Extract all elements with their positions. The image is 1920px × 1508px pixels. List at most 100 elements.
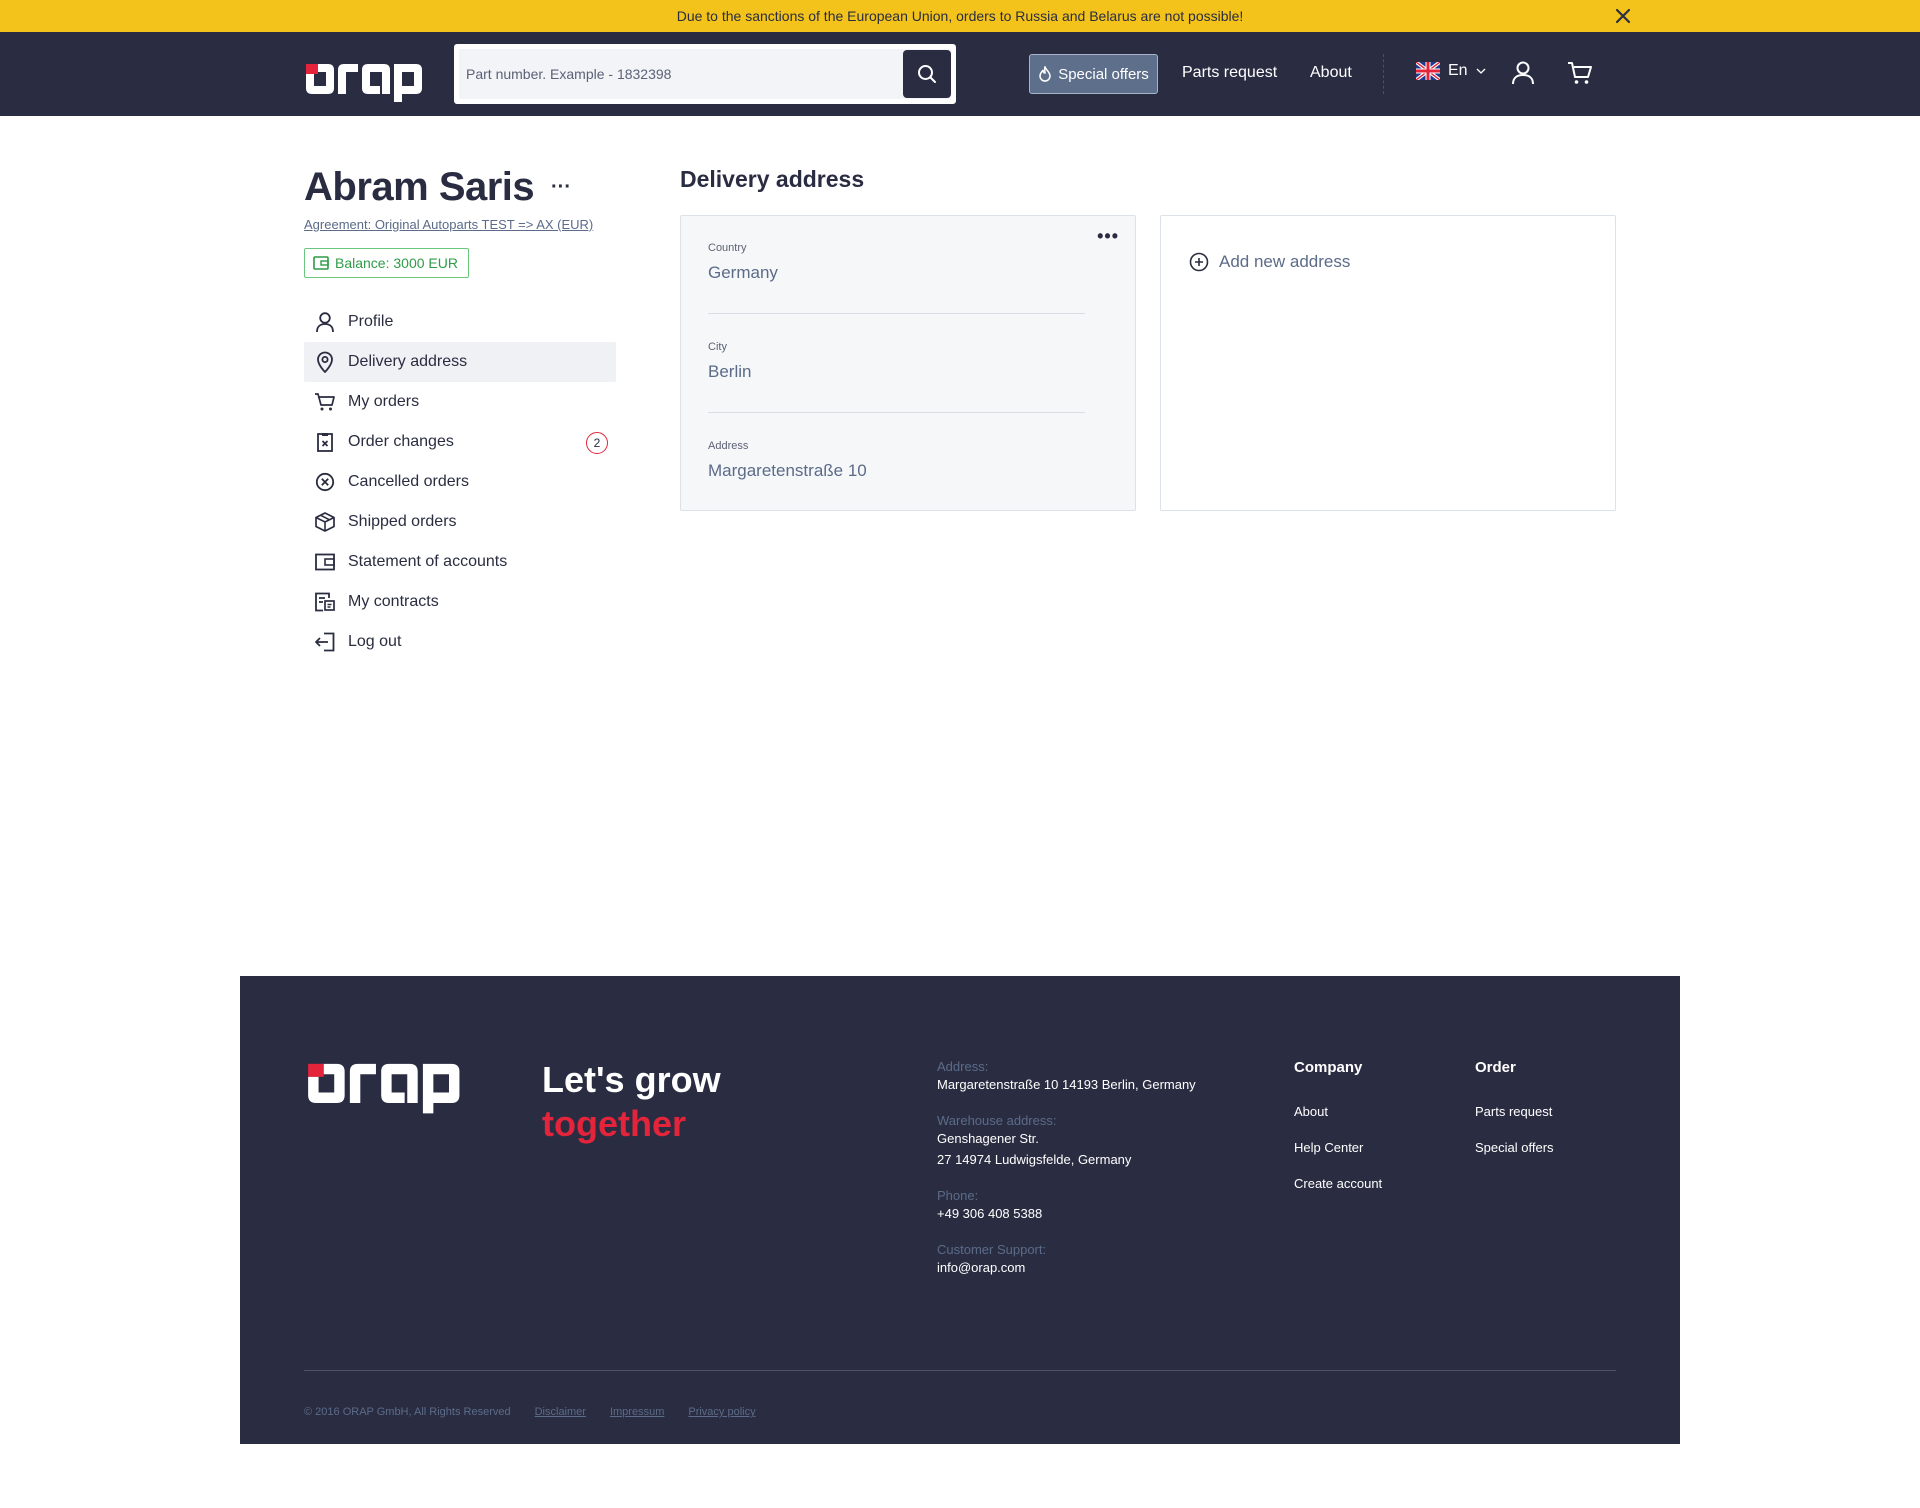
- menu-item-label: Statement of accounts: [348, 553, 508, 570]
- wallet-icon: [313, 256, 329, 270]
- footer-link-parts-request[interactable]: Parts request: [1475, 1104, 1554, 1119]
- location-pin-icon: [317, 351, 333, 373]
- tagline-line-1: Let's grow: [542, 1059, 721, 1100]
- clipboard-x-icon: [317, 433, 333, 452]
- circle-x-icon: [315, 472, 335, 492]
- field-value: Margaretenstraße 10: [708, 461, 867, 480]
- address-card-more-button[interactable]: •••: [1097, 226, 1119, 247]
- address-field: Address Margaretenstraße 10: [708, 440, 1085, 481]
- footer-link-about[interactable]: About: [1294, 1104, 1382, 1119]
- phone-number[interactable]: +49 306 408 5388: [937, 1204, 1237, 1224]
- address-card: ••• Country Germany City Berlin Address …: [680, 215, 1136, 511]
- page-title: Delivery address: [680, 166, 865, 192]
- search-icon: [918, 65, 936, 83]
- menu-item-my-contracts[interactable]: My contracts: [304, 582, 616, 622]
- menu-item-cancelled-orders[interactable]: Cancelled orders: [304, 462, 616, 502]
- flame-icon: [1039, 66, 1051, 82]
- add-address-card: Add new address: [1160, 215, 1616, 511]
- footer: Let's grow together Address: Margaretens…: [240, 976, 1680, 1444]
- copyright: © 2016 ORAP GmbH, All Rights Reserved: [304, 1406, 511, 1418]
- user-icon: [316, 312, 334, 333]
- chevron-down-icon: [1476, 68, 1486, 74]
- menu-item-label: My orders: [348, 393, 420, 410]
- footer-divider: [304, 1370, 1616, 1371]
- balance-badge: Balance: 3000 EUR: [304, 248, 469, 278]
- header: Special offers Parts request About En: [0, 32, 1920, 116]
- info-value: Genshagener Str.: [937, 1131, 1039, 1146]
- footer-phone: Phone: +49 306 408 5388: [937, 1188, 1237, 1224]
- footer-link-privacy-policy[interactable]: Privacy policy: [688, 1406, 755, 1418]
- contract-icon: [315, 592, 335, 612]
- wallet-icon: [315, 553, 335, 571]
- footer-link-help-center[interactable]: Help Center: [1294, 1140, 1382, 1155]
- search-input[interactable]: [466, 49, 886, 99]
- info-label: Phone:: [937, 1188, 979, 1203]
- special-offers-label: Special offers: [1058, 65, 1149, 83]
- menu-item-label: Shipped orders: [348, 513, 457, 530]
- search-bar: [454, 44, 956, 104]
- footer-contact-info: Address: Margaretenstraße 10 14193 Berli…: [937, 1059, 1237, 1296]
- footer-tagline: Let's grow together: [542, 1058, 721, 1146]
- menu-item-shipped-orders[interactable]: Shipped orders: [304, 502, 616, 542]
- field-divider: [708, 313, 1085, 314]
- menu-item-label: Order changes: [348, 433, 454, 450]
- menu-item-label: Delivery address: [348, 353, 468, 370]
- agreement-link[interactable]: Agreement: Original Autoparts TEST => AX…: [304, 217, 593, 232]
- menu-item-label: Profile: [348, 313, 394, 330]
- menu-item-profile[interactable]: Profile: [304, 302, 616, 342]
- footer-link-special-offers[interactable]: Special offers: [1475, 1140, 1554, 1155]
- add-new-address-label: Add new address: [1219, 252, 1351, 271]
- sanctions-banner: Due to the sanctions of the European Uni…: [0, 0, 1920, 32]
- footer-column-title: Order: [1475, 1059, 1516, 1076]
- menu-item-label: Cancelled orders: [348, 473, 469, 490]
- cart-icon: [315, 393, 335, 411]
- support-email[interactable]: info@orap.com: [937, 1258, 1237, 1278]
- footer-orap-logo[interactable]: [304, 1056, 474, 1116]
- field-divider: [708, 412, 1085, 413]
- footer-link-impressum[interactable]: Impressum: [610, 1406, 664, 1418]
- menu-item-statement-of-accounts[interactable]: Statement of accounts: [304, 542, 616, 582]
- info-label: Warehouse address:: [937, 1113, 1057, 1128]
- field-label: Address: [708, 440, 749, 452]
- user-more-button[interactable]: ···: [551, 176, 571, 199]
- orap-logo[interactable]: [304, 58, 432, 104]
- cart-icon[interactable]: [1567, 60, 1593, 86]
- special-offers-button[interactable]: Special offers: [1029, 54, 1158, 94]
- info-value: 27 14974 Ludwigsfelde, Germany: [937, 1152, 1132, 1167]
- plus-circle-icon: [1189, 252, 1209, 272]
- add-new-address-button[interactable]: Add new address: [1189, 252, 1350, 272]
- city-field: City Berlin: [708, 341, 1085, 382]
- footer-link-disclaimer[interactable]: Disclaimer: [535, 1406, 586, 1418]
- info-value: Margaretenstraße 10 14193 Berlin, German…: [937, 1077, 1196, 1092]
- footer-address: Address: Margaretenstraße 10 14193 Berli…: [937, 1059, 1237, 1095]
- menu-item-my-orders[interactable]: My orders: [304, 382, 616, 422]
- close-icon[interactable]: [1614, 7, 1632, 25]
- banner-text: Due to the sanctions of the European Uni…: [676, 8, 1244, 24]
- nav-parts-request[interactable]: Parts request: [1182, 64, 1277, 82]
- menu-item-order-changes[interactable]: Order changes 2: [304, 422, 616, 462]
- language-selector[interactable]: En: [1416, 62, 1486, 80]
- search-button[interactable]: [903, 50, 951, 98]
- footer-legal: © 2016 ORAP GmbH, All Rights Reserved Di…: [304, 1406, 756, 1418]
- menu-item-delivery-address[interactable]: Delivery address: [304, 342, 616, 382]
- uk-flag-icon: [1416, 62, 1440, 80]
- footer-company-column: Company About Help Center Create account: [1294, 1059, 1382, 1212]
- nav-about[interactable]: About: [1310, 64, 1352, 82]
- menu-item-log-out[interactable]: Log out: [304, 622, 616, 662]
- user-name: Abram Saris: [304, 165, 535, 209]
- country-field: Country Germany: [708, 242, 1085, 283]
- field-label: City: [708, 341, 727, 353]
- info-label: Address:: [937, 1059, 989, 1074]
- field-label: Country: [708, 242, 747, 254]
- box-icon: [315, 512, 335, 532]
- balance-label: Balance: 3000 EUR: [335, 255, 458, 271]
- footer-column-title: Company: [1294, 1059, 1363, 1076]
- account-menu: Profile Delivery address My orders Order…: [304, 302, 616, 662]
- footer-link-create-account[interactable]: Create account: [1294, 1176, 1382, 1191]
- info-label: Customer Support:: [937, 1242, 1047, 1257]
- menu-item-label: Log out: [348, 633, 402, 650]
- order-changes-badge: 2: [586, 432, 608, 454]
- user-icon[interactable]: [1511, 60, 1535, 86]
- footer-support: Customer Support: info@orap.com: [937, 1242, 1237, 1278]
- footer-warehouse-address: Warehouse address: Genshagener Str. 27 1…: [937, 1113, 1237, 1170]
